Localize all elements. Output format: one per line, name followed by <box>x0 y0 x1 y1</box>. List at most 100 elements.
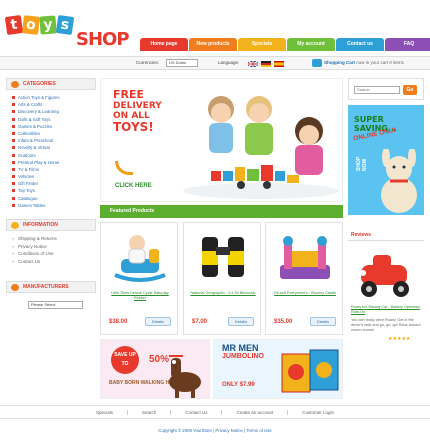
logo-block: o <box>22 15 40 35</box>
categories-icon <box>11 81 19 88</box>
product-image-rocker[interactable] <box>111 229 169 284</box>
search-go-button[interactable]: Go <box>403 85 417 95</box>
category-link[interactable]: Infant & Preschool <box>12 137 96 144</box>
product-name[interactable]: National Geographic - 5 x 30 Binocular <box>188 291 258 296</box>
product-image-binocular[interactable] <box>194 229 252 284</box>
product-name[interactable]: Kit and Everymore's - Bouncy Castle <box>270 291 340 296</box>
puzzle-boxes-image <box>281 349 339 393</box>
teddy-bear-image <box>381 149 417 213</box>
hero-cta[interactable]: CLICK HERE <box>115 183 152 189</box>
left-column: CATEGORIES Action Toys & Figures Arts & … <box>6 78 96 309</box>
nav-tab-contact[interactable]: Contact us <box>336 38 384 51</box>
category-link[interactable]: Top Toys <box>12 187 96 194</box>
flag-uk-icon[interactable] <box>248 61 258 67</box>
cart-count: 0 <box>389 60 392 65</box>
search-box: Search Go <box>348 78 424 100</box>
category-link[interactable]: Dolls & Soft Toys <box>12 116 96 123</box>
manufacturers-header: MANUFACTURERS <box>6 281 96 293</box>
currency-select[interactable]: US Dollar <box>166 59 198 67</box>
arrow-icon <box>115 161 133 175</box>
nav-tab-specials[interactable]: Specials <box>238 38 286 51</box>
review-product-name[interactable]: Roary the Racing Car - Battery Operated … <box>351 305 421 315</box>
product-card[interactable]: National Geographic - 5 x 30 Binocular $… <box>183 222 261 335</box>
cart-items-label: items <box>393 60 404 65</box>
information-list: Shipping & Returns Privacy Notice Condit… <box>6 231 96 267</box>
details-button[interactable]: Details <box>228 317 254 326</box>
info-link-shipping[interactable]: Shipping & Returns <box>12 235 96 243</box>
featured-products-header: Featured Products <box>100 205 343 218</box>
info-link-conditions[interactable]: Conditions of Use <box>12 250 96 258</box>
categories-title: CATEGORIES <box>23 81 56 87</box>
product-price: $38.00 <box>109 319 128 325</box>
manufacturers-title: MANUFACTURERS <box>23 284 69 290</box>
footer-link-search[interactable]: Search <box>128 409 172 415</box>
mr-men-price: ONLY $7.99 <box>222 382 255 388</box>
logo[interactable]: t o y s SHOP <box>4 14 131 52</box>
manufacturers-icon <box>11 284 19 291</box>
information-icon <box>11 222 19 229</box>
nav-tab-home[interactable]: Home page <box>140 38 188 51</box>
product-card[interactable]: Kit and Everymore's - Bouncy Castle $35.… <box>265 222 343 335</box>
footer-link-specials[interactable]: Specials <box>82 409 128 415</box>
reviews-header: Reviews <box>348 229 424 241</box>
info-link-privacy[interactable]: Privacy Notice <box>12 243 96 251</box>
hero-banner[interactable]: FREE DELIVERY ON ALL TOYS! CLICK HERE <box>100 78 343 202</box>
product-price: $7.00 <box>192 319 208 325</box>
review-stars: ★★★★★ <box>388 336 411 342</box>
categories-list: Action Toys & Figures Arts & Crafts Disc… <box>6 90 96 211</box>
category-link[interactable]: Games Tables <box>12 202 96 209</box>
logo-shop-text: SHOP <box>76 29 130 50</box>
logo-blocks: t o y s <box>4 14 75 36</box>
flag-de-icon[interactable] <box>261 61 271 67</box>
product-card[interactable]: Little Tikes Deluxe Cycle Saturday Rocke… <box>100 222 178 335</box>
hero-line-free: FREE <box>113 88 145 101</box>
category-link[interactable]: Pretend Play & Home <box>12 159 96 166</box>
details-button[interactable]: Details <box>145 317 171 326</box>
hero-line-delivery: DELIVERY <box>113 101 162 111</box>
category-link[interactable]: Arts & Crafts <box>12 101 96 108</box>
promo-banner-save[interactable]: SAVE UP TO 50% BABY BORN WALKING HORSE <box>100 339 210 399</box>
logo-block: s <box>55 14 75 36</box>
category-link[interactable]: Vehicles <box>12 173 96 180</box>
header: t o y s SHOP Home page New products Spec… <box>0 0 430 86</box>
category-link[interactable]: Games & Puzzles <box>12 123 96 130</box>
info-link-contact[interactable]: Contact Us <box>12 258 96 266</box>
flag-es-icon[interactable] <box>274 61 284 67</box>
super-saving-banner[interactable]: SUPER SAVING... ONLINE ONLY SHOP NOW <box>348 105 424 215</box>
cart-status: now in your cart <box>356 60 389 65</box>
language-label: Language: <box>218 60 240 65</box>
nav-tab-faq[interactable]: FAQ <box>385 38 430 51</box>
cart-summary[interactable]: Shopping Cart now in your cart 0 items <box>324 60 404 65</box>
search-input[interactable]: Search <box>354 86 400 94</box>
product-name[interactable]: Little Tikes Deluxe Cycle Saturday Rocke… <box>105 291 175 301</box>
logo-block: t <box>4 14 24 36</box>
details-button[interactable]: Details <box>310 317 336 326</box>
nav-tab-my-account[interactable]: My account <box>287 38 335 51</box>
footer-link-create-account[interactable]: Create an account <box>222 409 289 415</box>
nav-tab-new-products[interactable]: New products <box>189 38 237 51</box>
footer-link-customer-login[interactable]: Customer Login <box>288 410 348 415</box>
product-image-bouncy-castle[interactable] <box>276 229 334 284</box>
toolbar: Currencies: US Dollar Language: Shopping… <box>0 56 430 70</box>
manufacturers-select[interactable]: Please Select <box>28 301 83 309</box>
category-link[interactable]: Collectibles <box>12 130 96 137</box>
logo-block: y <box>39 15 57 35</box>
cart-label: Shopping Cart <box>324 60 355 65</box>
categories-header: CATEGORIES <box>6 78 96 90</box>
category-link[interactable]: Action Toys & Figures <box>12 94 96 101</box>
main-nav: Home page New products Specials My accou… <box>140 38 430 51</box>
product-price: $35.00 <box>274 319 293 325</box>
cart-icon[interactable] <box>312 59 322 67</box>
promo-banner-mr-men[interactable]: MR MEN JUMBOLINO ONLY $7.99 <box>213 339 343 399</box>
category-link[interactable]: Outdoors <box>12 152 96 159</box>
category-link[interactable]: Catalogue <box>12 195 96 202</box>
footer-link-contact[interactable]: Contact Us <box>171 409 223 415</box>
category-link[interactable]: Discovery & Learning <box>12 108 96 115</box>
currencies-label: Currencies: <box>136 60 160 65</box>
category-link[interactable]: Gift Finder <box>12 180 96 187</box>
hero-headline: FREE DELIVERY ON ALL TOYS! <box>113 89 162 134</box>
save-badge: SAVE UP TO <box>111 346 139 374</box>
category-link[interactable]: TV & Films <box>12 166 96 173</box>
category-link[interactable]: Novelty & Virtual <box>12 144 96 151</box>
review-product-image[interactable] <box>351 247 421 299</box>
